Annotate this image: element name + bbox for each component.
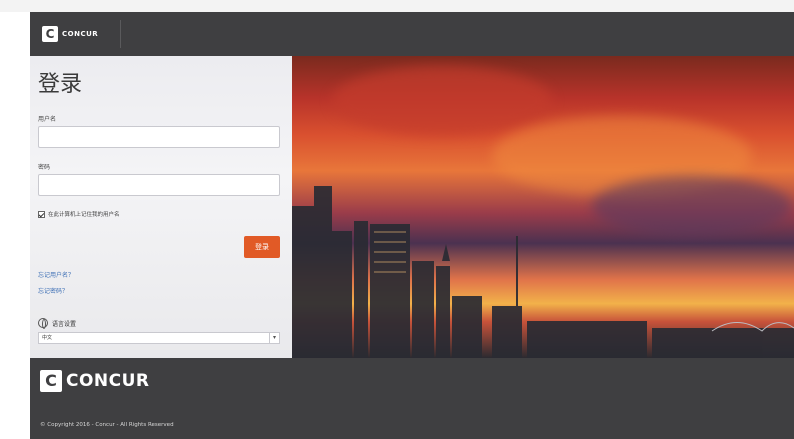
- login-panel: 登录 用户名 密码 在此计算机上记住我的用户名 登录 忘记用户名？ 忘记密码？ …: [30, 56, 292, 358]
- username-field[interactable]: [38, 126, 280, 148]
- concur-logo-icon: C: [42, 26, 58, 42]
- hero-image-city-sunset: [292, 56, 794, 358]
- chevron-down-icon: ▾: [269, 333, 279, 343]
- language-setting: 语言设置: [38, 318, 77, 329]
- top-cropped-text: [0, 0, 794, 12]
- forgot-password-link[interactable]: 忘记密码？: [38, 286, 68, 295]
- remember-label: 在此计算机上记住我的用户名: [48, 212, 120, 218]
- copyright-text: © Copyright 2016 - Concur - All Rights R…: [40, 422, 174, 428]
- main-content: 登录 用户名 密码 在此计算机上记住我的用户名 登录 忘记用户名？ 忘记密码？ …: [30, 56, 794, 358]
- globe-icon: [38, 318, 48, 329]
- language-label: 语言设置: [52, 320, 77, 328]
- footer-logo: C CONCUR: [40, 370, 150, 392]
- concur-logo-icon: C: [40, 370, 62, 392]
- city-skyline: [292, 186, 794, 358]
- header-logo[interactable]: C CONCUR: [42, 25, 98, 43]
- footer: C CONCUR © Copyright 2016 - Concur - All…: [30, 358, 794, 439]
- password-label: 密码: [38, 164, 51, 171]
- top-header-bar: C CONCUR: [30, 12, 794, 56]
- remember-checkbox[interactable]: [38, 210, 45, 218]
- language-value: 中文: [42, 335, 53, 341]
- header-divider: [120, 20, 121, 48]
- password-field[interactable]: [38, 174, 280, 196]
- login-button[interactable]: 登录: [244, 236, 280, 258]
- footer-logo-text: CONCUR: [66, 371, 150, 391]
- username-label: 用户名: [38, 116, 57, 123]
- login-title: 登录: [38, 72, 83, 97]
- header-logo-text: CONCUR: [62, 30, 99, 38]
- language-select[interactable]: 中文 ▾: [38, 332, 280, 344]
- remember-username[interactable]: 在此计算机上记住我的用户名: [38, 210, 120, 218]
- forgot-username-link[interactable]: 忘记用户名？: [38, 270, 74, 279]
